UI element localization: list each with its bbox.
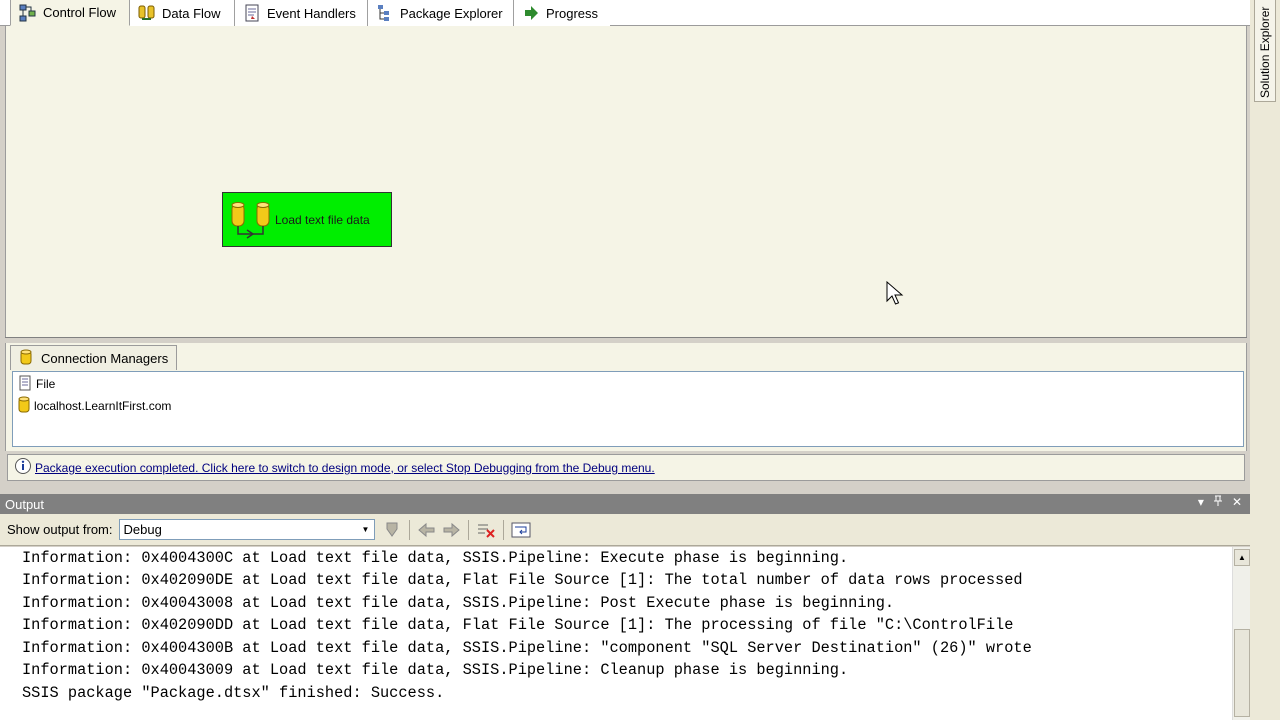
flat-file-icon bbox=[17, 375, 33, 394]
scrollbar-thumb[interactable] bbox=[1234, 629, 1250, 717]
task-label: Load text file data bbox=[275, 212, 370, 227]
tab-label: Control Flow bbox=[43, 5, 116, 20]
close-icon[interactable]: ✕ bbox=[1232, 495, 1242, 510]
go-to-location-icon bbox=[386, 522, 397, 537]
clear-all-button[interactable] bbox=[475, 519, 497, 541]
toolbar-separator bbox=[467, 519, 469, 540]
previous-arrow-icon bbox=[417, 522, 434, 537]
toolbar-separator bbox=[502, 519, 504, 540]
output-line: Information: 0x4004300C at Load text fil… bbox=[22, 549, 849, 567]
solution-explorer-tab[interactable]: Solution Explorer bbox=[1254, 0, 1276, 102]
connection-item-file[interactable]: File bbox=[17, 375, 55, 393]
output-line: Information: 0x40043009 at Load text fil… bbox=[22, 661, 849, 679]
solution-explorer-label: Solution Explorer bbox=[1258, 6, 1272, 98]
tab-progress[interactable]: Progress bbox=[514, 0, 610, 26]
progress-arrow-icon bbox=[522, 4, 540, 22]
output-toolbar: Show output from: Debug ▼ bbox=[0, 514, 1250, 546]
window-position-dropdown-icon[interactable]: ▾ bbox=[1198, 495, 1204, 510]
clear-all-icon bbox=[477, 524, 495, 538]
connection-managers-tab[interactable]: Connection Managers bbox=[10, 345, 178, 370]
tab-package-explorer[interactable]: Package Explorer bbox=[368, 0, 514, 26]
output-source-select[interactable]: Debug ▼ bbox=[118, 519, 375, 540]
tab-control-flow[interactable]: Control Flow bbox=[10, 0, 130, 26]
output-line: Information: 0x402090DD at Load text fil… bbox=[22, 616, 1014, 634]
connection-managers-title: Connection Managers bbox=[41, 350, 169, 366]
output-line: Information: 0x402090DE at Load text fil… bbox=[22, 571, 1023, 589]
data-flow-task-load-text-file-data[interactable]: Load text file data bbox=[222, 192, 392, 247]
output-text-area[interactable]: Information: 0x4004300C at Load text fil… bbox=[0, 547, 1232, 720]
tab-label: Progress bbox=[546, 5, 599, 21]
database-icon bbox=[17, 396, 31, 417]
designer-tab-bar: Control Flow Data Flow Event Handlers Pa… bbox=[0, 0, 1250, 26]
right-auto-hide-strip: Solution Explorer bbox=[1250, 0, 1280, 720]
package-execution-status-bar: Package execution completed. Click here … bbox=[7, 454, 1245, 481]
output-line: SSIS package "Package.dtsx" finished: Su… bbox=[22, 684, 445, 702]
tab-label: Event Handlers bbox=[267, 5, 356, 21]
connection-item-label: File bbox=[36, 377, 56, 391]
next-message-button[interactable] bbox=[440, 519, 462, 541]
auto-hide-pin-icon[interactable] bbox=[1213, 495, 1223, 510]
output-pane-title-bar: Output ▾ ✕ bbox=[0, 494, 1250, 514]
package-explorer-icon bbox=[376, 4, 394, 22]
output-vertical-scrollbar[interactable]: ▲ bbox=[1232, 547, 1250, 720]
connection-managers-list[interactable]: File localhost.LearnItFirst.com bbox=[12, 371, 1244, 447]
show-output-from-label: Show output from: bbox=[7, 522, 113, 537]
output-source-value: Debug bbox=[123, 522, 162, 537]
word-wrap-icon bbox=[511, 522, 530, 537]
tab-data-flow[interactable]: Data Flow bbox=[130, 0, 235, 26]
connection-item-label: localhost.LearnItFirst.com bbox=[34, 399, 172, 413]
tab-label: Data Flow bbox=[162, 5, 221, 21]
next-arrow-icon bbox=[443, 522, 460, 537]
connection-managers-area: Connection Managers File localhost.Learn… bbox=[5, 343, 1247, 451]
data-flow-task-icon bbox=[227, 196, 275, 244]
ssis-designer-window: Control Flow Data Flow Event Handlers Pa… bbox=[0, 0, 1280, 720]
event-handlers-icon bbox=[243, 4, 261, 22]
find-message-in-code-button[interactable] bbox=[381, 519, 403, 541]
output-line: Information: 0x4004300B at Load text fil… bbox=[22, 639, 1032, 657]
previous-message-button[interactable] bbox=[416, 519, 438, 541]
data-flow-icon bbox=[138, 4, 156, 22]
control-flow-icon bbox=[19, 4, 37, 22]
database-icon bbox=[19, 349, 33, 368]
switch-to-design-mode-link[interactable]: Package execution completed. Click here … bbox=[35, 461, 655, 475]
toolbar-separator bbox=[408, 519, 410, 540]
connection-item-localhost[interactable]: localhost.LearnItFirst.com bbox=[17, 396, 172, 417]
info-icon bbox=[14, 457, 32, 478]
mouse-pointer-icon bbox=[886, 281, 904, 305]
tab-event-handlers[interactable]: Event Handlers bbox=[235, 0, 368, 26]
output-line: Information: 0x40043008 at Load text fil… bbox=[22, 594, 895, 612]
tab-label: Package Explorer bbox=[400, 5, 503, 21]
scroll-up-arrow-icon[interactable]: ▲ bbox=[1234, 549, 1250, 566]
toggle-word-wrap-button[interactable] bbox=[510, 519, 532, 541]
output-title: Output bbox=[5, 496, 45, 512]
control-flow-design-surface[interactable]: Load text file data bbox=[5, 26, 1247, 337]
chevron-down-icon: ▼ bbox=[361, 525, 370, 534]
